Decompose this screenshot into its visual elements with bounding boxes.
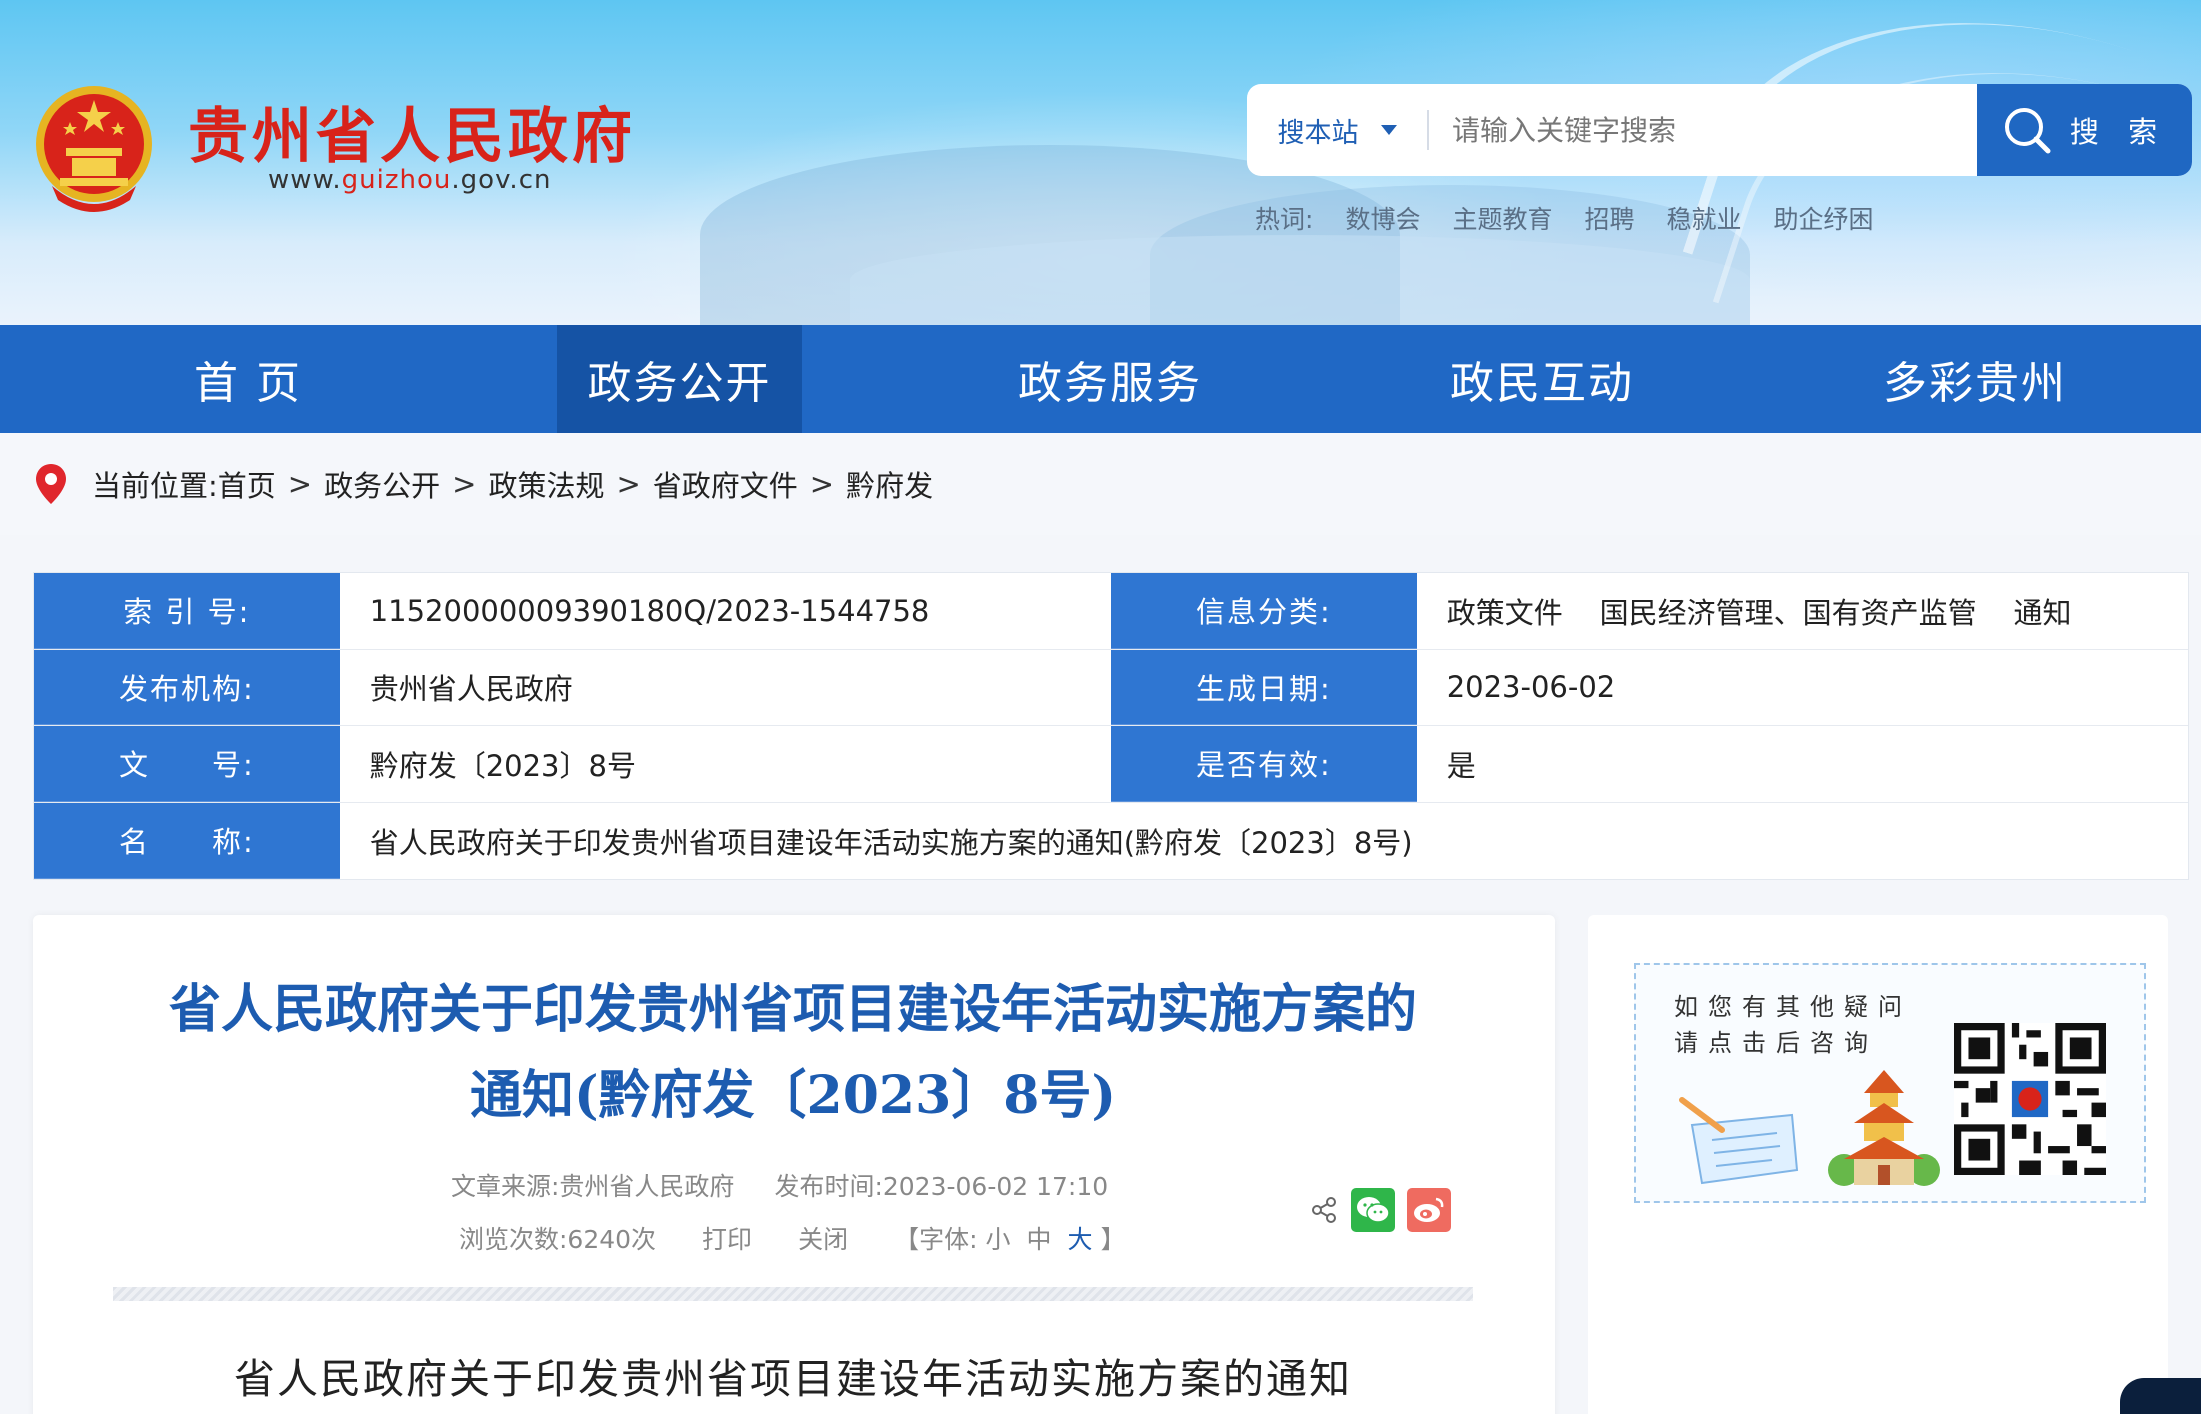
breadcrumb-item[interactable]: 政务公开 [324,463,440,505]
breadcrumb-item[interactable]: 黔府发 [846,463,933,505]
nav-item-gov-services[interactable]: 政务服务 [880,325,1340,433]
nav-item-home[interactable]: 首 页 [0,325,496,433]
qr-code-icon [1954,1023,2106,1175]
chevron-down-icon [1380,125,1397,135]
pavilion-illustration-icon [1828,1070,1940,1186]
validity-label: 是否有效: [1111,726,1417,802]
index-number-label: 索 引 号: [34,573,340,649]
location-pin-icon [36,464,66,504]
index-number-value: 11520000009390180Q/2023-1544758 [369,593,930,628]
consult-qr-card[interactable]: 如您有其他疑问 请点击后咨询 [1634,963,2146,1203]
print-link[interactable]: 打印 [702,1220,752,1256]
breadcrumb-item[interactable]: 政策法规 [488,463,604,505]
consult-text: 如您有其他疑问 请点击后咨询 [1674,989,1912,1061]
search-scope-label: 搜本站 [1277,117,1359,149]
article-tools: 浏览次数:6240次 打印 关闭 【字体: 小中大】 [459,1220,1126,1256]
date-label: 生成日期: [1111,649,1417,725]
info-row: 名 称: 省人民政府关于印发贵州省项目建设年活动实施方案的通知(黔府发〔2023… [34,802,2188,879]
breadcrumb: 当前位置: 首页 > 政务公开 > 政策法规 > 省政府文件 > 黔府发 [0,433,2201,535]
search-icon [2004,108,2051,154]
name-value: 省人民政府关于印发贵州省项目建设年活动实施方案的通知(黔府发〔2023〕8号) [369,825,1413,860]
weibo-icon [1414,1197,1444,1222]
font-size-control: 【字体: 小中大】 [894,1220,1126,1256]
article-divider [113,1287,1473,1301]
hotword-link[interactable]: 招聘 [1584,200,1634,236]
search-input[interactable] [1452,84,2012,176]
date-value: 2023-06-02 [1446,670,1616,705]
article-title-line: 省人民政府关于印发贵州省项目建设年活动实施方案的 [168,979,1417,1040]
font-size-large[interactable]: 大 [1068,1225,1093,1254]
breadcrumb-item[interactable]: 省政府文件 [653,463,798,505]
article-title-line: 通知(黔府发〔2023〕8号) [469,1065,1117,1126]
consult-text-line: 请点击后咨询 [1674,1029,1878,1057]
breadcrumb-separator: > [616,467,641,501]
document-info-table: 索 引 号: 11520000009390180Q/2023-1544758 信… [33,572,2189,880]
site-url: www.guizhou.gov.cn [268,165,551,195]
search-button-label: 搜 索 [2069,115,2168,149]
nav-item-interaction[interactable]: 政民互动 [1312,325,1772,433]
font-size-label-open: 【字体: [894,1225,978,1254]
share-icon[interactable] [1309,1195,1339,1225]
breadcrumb-label: 当前位置: [92,469,218,503]
search-button[interactable]: 搜 索 [1977,84,2192,176]
weibo-share-button[interactable] [1407,1188,1451,1232]
wechat-icon [1357,1197,1390,1223]
banner-mountain [850,235,1750,325]
nav-item-gov-affairs[interactable]: 政务公开 [557,325,802,433]
floating-widget-button[interactable] [2120,1378,2201,1414]
view-count: 浏览次数:6240次 [459,1225,657,1254]
publisher-label: 发布机构: [34,649,340,725]
hotwords: 热词: 数博会 主题教育 招聘 稳就业 助企纾困 [1255,200,1874,236]
hotword-link[interactable]: 数博会 [1345,200,1420,236]
validity-value: 是 [1446,748,1476,783]
doc-number-value: 黔府发〔2023〕8号 [369,748,636,783]
nav-item-colorful-guizhou[interactable]: 多彩贵州 [1745,325,2201,433]
breadcrumb-item[interactable]: 首页 [218,463,276,505]
site-title[interactable]: 贵州省人民政府 [188,88,636,175]
close-link[interactable]: 关闭 [798,1220,848,1256]
info-row: 索 引 号: 11520000009390180Q/2023-1544758 信… [34,573,2188,650]
header-banner: 贵州省人民政府 www.guizhou.gov.cn 搜本站 搜 索 热词: 数… [0,0,2201,325]
font-size-label-close: 】 [1100,1225,1126,1254]
breadcrumb-separator: > [809,467,835,501]
article-publish-time: 发布时间:2023-06-02 17:10 [774,1172,1109,1201]
breadcrumb-separator: > [287,467,313,501]
category-value: 政策文件 国民经济管理、国有资产监管 通知 [1446,595,2072,630]
info-row: 文 号: 黔府发〔2023〕8号 是否有效: 是 [34,726,2188,803]
article-card: 省人民政府关于印发贵州省项目建设年活动实施方案的 通知(黔府发〔2023〕8号)… [33,915,1555,1414]
site-url-domain: guizhou [341,165,452,195]
document-illustration-icon [1679,1097,1799,1185]
share-bar [1309,1188,1451,1232]
article-body-title: 省人民政府关于印发贵州省项目建设年活动实施方案的通知 [234,1355,1352,1403]
search-box: 搜本站 搜 索 [1247,84,2192,176]
hotwords-label: 热词: [1255,205,1314,234]
wechat-share-button[interactable] [1351,1188,1395,1232]
hotword-link[interactable]: 主题教育 [1452,200,1552,236]
article-title: 省人民政府关于印发贵州省项目建设年活动实施方案的 通知(黔府发〔2023〕8号) [103,967,1483,1139]
article-meta: 文章来源:贵州省人民政府 发布时间:2023-06-02 17:10 [451,1167,1108,1203]
site-url-suffix: .gov.cn [451,165,552,195]
category-label: 信息分类: [1111,573,1417,649]
info-row: 发布机构: 贵州省人民政府 生成日期: 2023-06-02 [34,649,2188,726]
nav-items: 首 页 政务公开 政务服务 政民互动 多彩贵州 [0,325,2201,433]
name-label: 名 称: [34,802,340,879]
hotword-link[interactable]: 助企纾困 [1774,200,1874,236]
breadcrumb-separator: > [452,467,477,501]
publisher-value: 贵州省人民政府 [369,672,573,707]
side-panel: 如您有其他疑问 请点击后咨询 [1588,915,2168,1414]
doc-number-label: 文 号: [34,726,340,802]
consult-text-line: 如您有其他疑问 [1674,993,1912,1021]
search-separator [1427,110,1429,150]
hotword-link[interactable]: 稳就业 [1666,200,1741,236]
font-size-small[interactable]: 小 [986,1225,1011,1254]
site-url-prefix: www. [268,165,342,195]
search-scope-dropdown[interactable]: 搜本站 [1247,84,1427,176]
national-emblem-icon [36,86,152,212]
font-size-medium[interactable]: 中 [1027,1225,1052,1254]
article-source: 文章来源:贵州省人民政府 [451,1172,735,1201]
